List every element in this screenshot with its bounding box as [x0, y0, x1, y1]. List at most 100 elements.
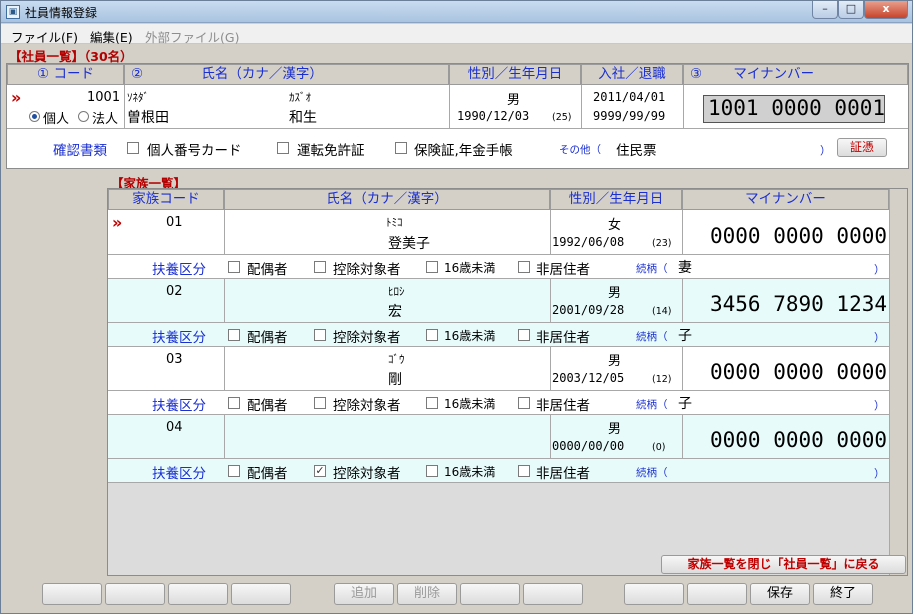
family-code[interactable]: 01	[166, 215, 183, 230]
cb-deduction[interactable]	[314, 261, 326, 273]
employee-age: (25)	[552, 112, 572, 123]
relation-close: ）	[874, 331, 885, 344]
family-scrollbar[interactable]	[889, 189, 907, 575]
cb-under16[interactable]	[426, 329, 438, 341]
relation-close: ）	[874, 399, 885, 412]
other-docs-close: ）	[820, 144, 831, 157]
cb-under16[interactable]	[426, 397, 438, 409]
employee-kanji-last[interactable]: 曽根田	[127, 107, 169, 127]
function-button-2[interactable]	[105, 583, 165, 605]
family-kana[interactable]: ｺﾞｳ	[388, 351, 405, 367]
employee-kana-first[interactable]: ｶｽﾞｵ	[289, 89, 311, 105]
relation-value[interactable]: 子	[678, 325, 692, 345]
family-birth[interactable]: 0000/00/00	[552, 439, 624, 453]
family-gender[interactable]: 男	[608, 350, 621, 369]
cb-deduction-label: 控除対象者	[333, 330, 401, 346]
exit-button[interactable]: 終了	[813, 583, 873, 605]
maximize-button[interactable]: □	[838, 1, 864, 19]
cert-button[interactable]: 証憑	[837, 138, 887, 157]
employee-mynumber: 1001 0000 0001	[708, 96, 886, 120]
cb-deduction-label: 控除対象者	[333, 398, 401, 414]
employee-panel: ① コード ② 氏名（カナ／漢字） 性別／生年月日 入社／退職 ③ マイナンバー…	[6, 63, 909, 169]
cb-insurance[interactable]	[395, 142, 407, 154]
cb-deduction-label: 控除対象者	[333, 466, 401, 482]
emp-header-mynumber: ③ マイナンバー	[683, 64, 908, 85]
employee-kanji-first[interactable]: 和生	[289, 107, 317, 127]
family-kanji[interactable]: 登美子	[388, 233, 430, 253]
cb-spouse[interactable]	[228, 329, 240, 341]
radio-corporate[interactable]	[78, 111, 89, 122]
cb-license-label: 運転免許証	[297, 143, 365, 159]
family-code[interactable]: 02	[166, 284, 183, 299]
employee-mynumber-box[interactable]: 1001 0000 0001	[703, 95, 885, 123]
family-birth[interactable]: 2003/12/05	[552, 371, 624, 385]
radio-individual-label: 個人	[43, 112, 70, 127]
cb-deduction[interactable]	[314, 329, 326, 341]
add-button[interactable]: 追加	[334, 583, 394, 605]
employee-retire-date[interactable]: 9999/99/99	[593, 109, 665, 123]
employee-code[interactable]: 1001	[87, 90, 120, 105]
family-gender[interactable]: 男	[608, 418, 621, 437]
employee-birth[interactable]: 1990/12/03	[457, 109, 529, 123]
cb-nonresident-label: 非居住者	[536, 466, 590, 482]
emp-header-code: ① コード	[7, 64, 124, 85]
family-kanji[interactable]: 剛	[388, 369, 402, 389]
cb-spouse[interactable]	[228, 465, 240, 477]
family-kana[interactable]: ﾄﾐｺ	[386, 214, 403, 230]
cb-nonresident[interactable]	[518, 261, 530, 273]
function-button-7[interactable]	[460, 583, 520, 605]
cb-spouse[interactable]	[228, 397, 240, 409]
family-gender[interactable]: 女	[608, 214, 621, 233]
relation-value[interactable]: 子	[678, 393, 692, 413]
cb-under16[interactable]	[426, 261, 438, 273]
family-age: (14)	[652, 306, 672, 317]
family-kana[interactable]: ﾋﾛｼ	[388, 283, 405, 299]
family-age: (23)	[652, 238, 672, 249]
cb-under16-label: 16歳未満	[444, 397, 496, 411]
cb-spouse[interactable]	[228, 261, 240, 273]
employee-kana-last[interactable]: ｿﾈﾀﾞ	[127, 89, 149, 105]
family-mynumber[interactable]: 3456 7890 1234	[710, 292, 887, 316]
family-mynumber[interactable]: 0000 0000 0000	[710, 224, 887, 248]
family-gender[interactable]: 男	[608, 282, 621, 301]
family-birth[interactable]: 1992/06/08	[552, 235, 624, 249]
function-button-4[interactable]	[231, 583, 291, 605]
cb-mynumber-card[interactable]	[127, 142, 139, 154]
family-birth[interactable]: 2001/09/28	[552, 303, 624, 317]
cb-deduction[interactable]	[314, 397, 326, 409]
function-button-3[interactable]	[168, 583, 228, 605]
radio-individual[interactable]	[29, 111, 40, 122]
close-button[interactable]: x	[864, 1, 908, 19]
family-mynumber[interactable]: 0000 0000 0000	[710, 428, 887, 452]
cb-nonresident[interactable]	[518, 329, 530, 341]
cb-deduction[interactable]: ✓	[314, 465, 326, 477]
relation-value[interactable]: 妻	[678, 257, 692, 277]
function-button-10[interactable]	[687, 583, 747, 605]
main-window: ▣ 社員情報登録 – □ x ファイル(F) 編集(E) 外部ファイル(G) 【…	[0, 0, 913, 614]
emp-header-hire-retire: 入社／退職	[581, 64, 683, 85]
minimize-button[interactable]: –	[812, 1, 838, 19]
family-mynumber[interactable]: 0000 0000 0000	[710, 360, 887, 384]
menu-file[interactable]: ファイル(F)	[11, 27, 78, 46]
family-code[interactable]: 03	[166, 352, 183, 367]
dependency-label: 扶養区分	[152, 262, 206, 278]
delete-button[interactable]: 削除	[397, 583, 457, 605]
employee-hire-date[interactable]: 2011/04/01	[593, 90, 665, 104]
employee-gender[interactable]: 男	[507, 89, 520, 108]
cb-license[interactable]	[277, 142, 289, 154]
cb-under16[interactable]	[426, 465, 438, 477]
function-button-1[interactable]	[42, 583, 102, 605]
close-family-list-button[interactable]: 家族一覧を閉じ「社員一覧」に戻る	[661, 555, 906, 574]
save-button[interactable]: 保存	[750, 583, 810, 605]
menu-external-file[interactable]: 外部ファイル(G)	[145, 27, 239, 46]
other-docs-value[interactable]: 住民票	[616, 139, 657, 159]
family-code[interactable]: 04	[166, 420, 183, 435]
cb-nonresident[interactable]	[518, 397, 530, 409]
cb-nonresident-label: 非居住者	[536, 398, 590, 414]
function-button-9[interactable]	[624, 583, 684, 605]
function-button-8[interactable]	[523, 583, 583, 605]
cb-nonresident[interactable]	[518, 465, 530, 477]
family-kanji[interactable]: 宏	[388, 301, 402, 321]
menu-edit[interactable]: 編集(E)	[90, 27, 133, 46]
cb-nonresident-label: 非居住者	[536, 330, 590, 346]
